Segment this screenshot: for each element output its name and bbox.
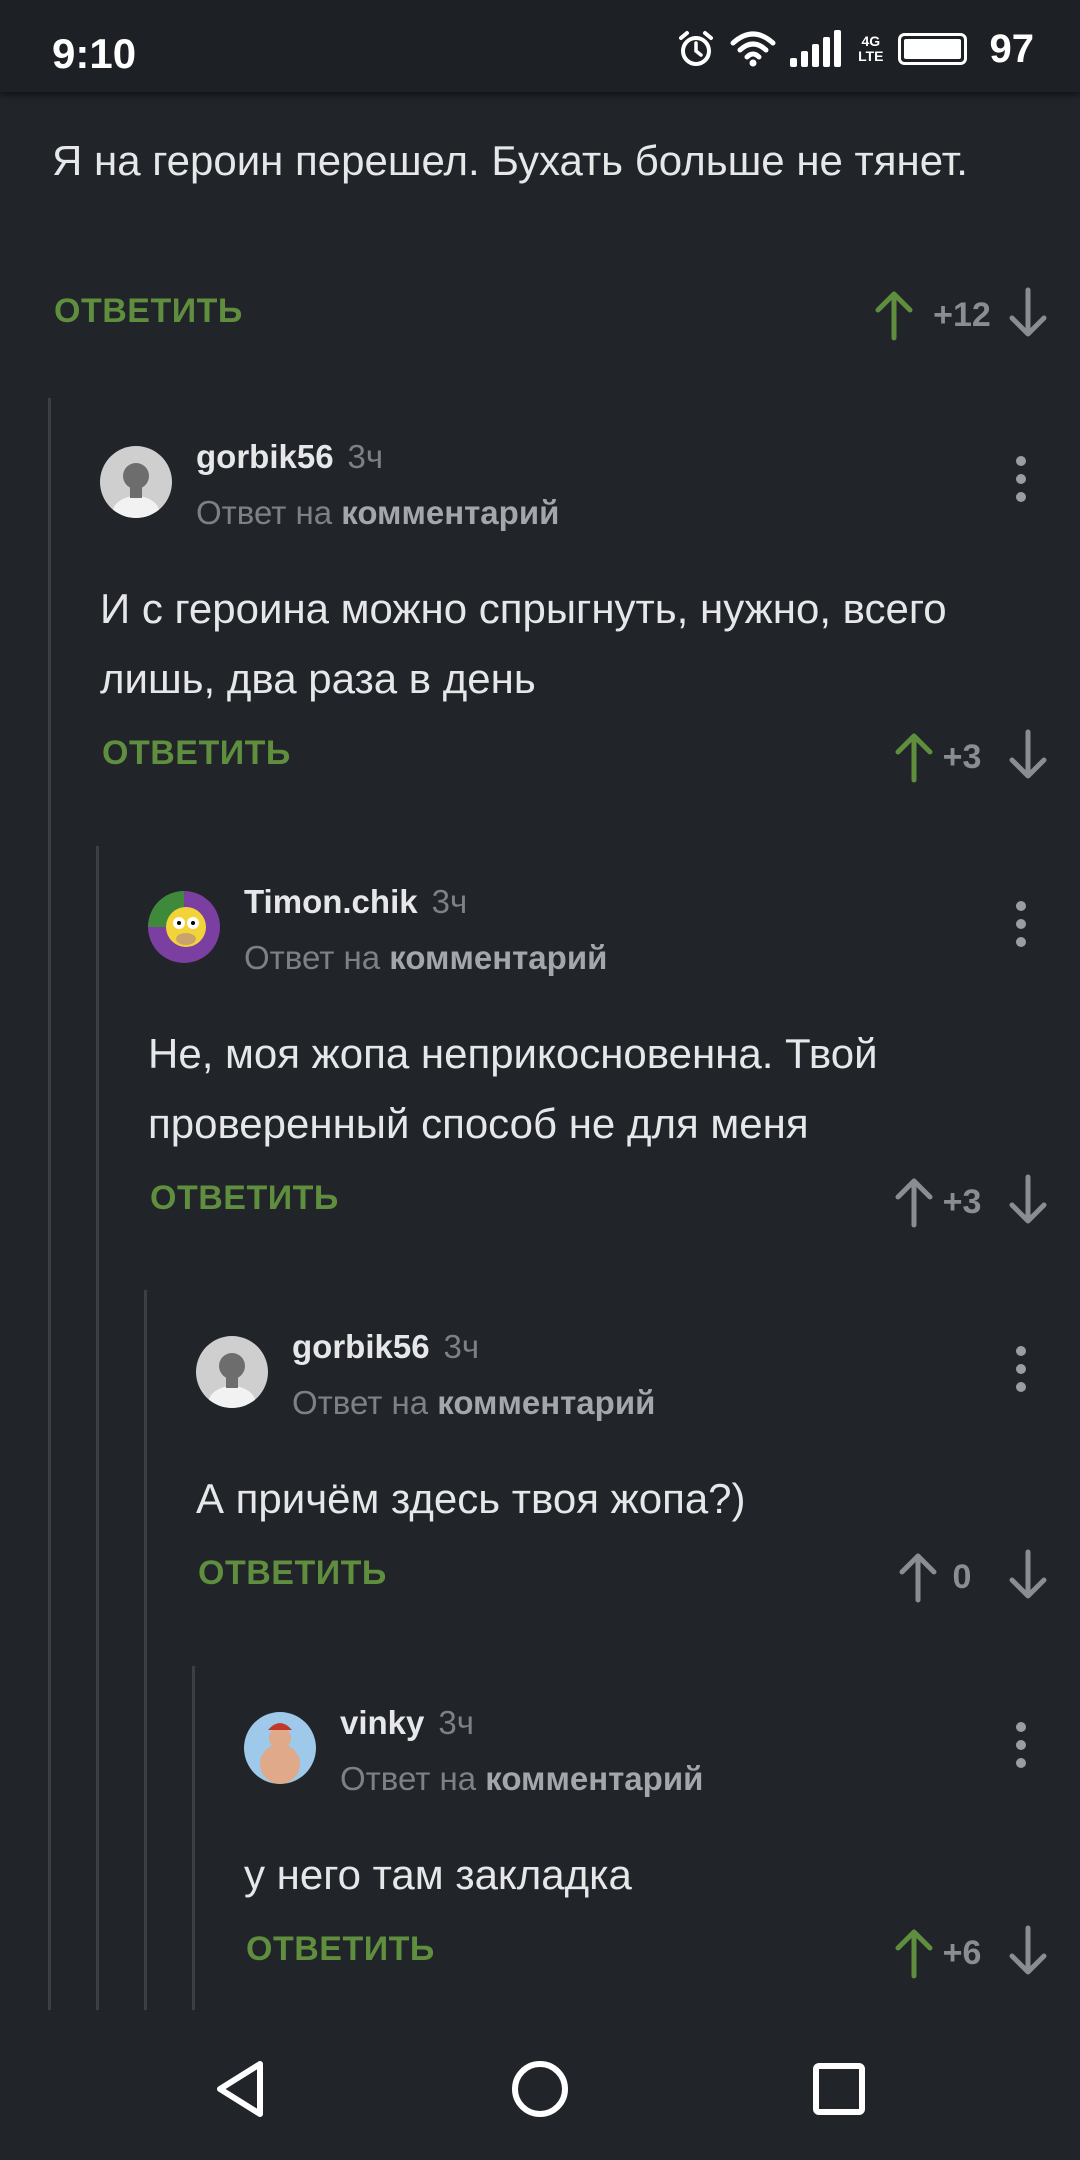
comment-actions: ОТВЕТИТЬ +3 (148, 1173, 1080, 1233)
thread-line-3 (144, 1290, 147, 2010)
signal-icon (790, 30, 842, 67)
username[interactable]: Timon.chik 3ч (244, 883, 467, 921)
avatar[interactable] (100, 446, 172, 518)
username-text[interactable]: vinky (340, 1704, 424, 1741)
downvote-icon[interactable] (1004, 728, 1052, 784)
comment-time: 3ч (438, 1704, 474, 1741)
reply-to: Ответ на комментарий (196, 494, 559, 532)
reply-to-link[interactable]: комментарий (389, 939, 607, 976)
reply-to-prefix: Ответ на (292, 1384, 429, 1421)
battery-icon (897, 33, 967, 65)
network-type: 4G LTE (858, 34, 883, 64)
username-text[interactable]: gorbik56 (292, 1328, 430, 1365)
comment-time: 3ч (431, 883, 468, 920)
back-icon[interactable] (206, 2054, 276, 2124)
comment-actions: ОТВЕТИТЬ +12 (52, 286, 1080, 346)
comment-actions: ОТВЕТИТЬ +3 (100, 728, 1080, 788)
thread-line-4 (192, 1666, 195, 2010)
more-options-icon[interactable] (1016, 901, 1026, 955)
comment-header: gorbik56 3ч Ответ на комментарий (196, 1328, 1080, 1426)
comment-header: Timon.chik 3ч Ответ на комментарий (148, 883, 1080, 981)
reply-to-link[interactable]: комментарий (437, 1384, 655, 1421)
comment-header: gorbik56 3ч Ответ на комментарий (100, 438, 1080, 536)
comment-header: vinky 3ч Ответ на комментарий (244, 1704, 1080, 1802)
comment-0: Я на героин перешел. Бухать больше не тя… (52, 126, 1080, 376)
home-icon[interactable] (505, 2054, 575, 2124)
downvote-icon[interactable] (1004, 286, 1052, 342)
vote-score: 0 (952, 1558, 972, 1596)
navigation-bar (0, 2016, 1080, 2160)
avatar[interactable] (148, 891, 220, 963)
username[interactable]: vinky 3ч (340, 1704, 474, 1742)
reply-button[interactable]: ОТВЕТИТЬ (102, 734, 291, 773)
status-time: 9:10 (52, 30, 137, 77)
vote-score: +3 (942, 738, 982, 776)
username[interactable]: gorbik56 3ч (196, 438, 383, 476)
reply-button[interactable]: ОТВЕТИТЬ (150, 1179, 339, 1218)
comment-text: И с героина можно спрыгнуть, нужно, всег… (100, 585, 947, 702)
reply-to-link[interactable]: комментарий (341, 494, 559, 531)
comment-4: vinky 3ч Ответ на комментарий у него там … (244, 1704, 1080, 2012)
reply-to-prefix: Ответ на (244, 939, 381, 976)
alarm-icon (679, 31, 714, 66)
reply-to: Ответ на комментарий (340, 1760, 703, 1798)
thread-line-2 (96, 846, 99, 2010)
thread-line-1 (48, 398, 51, 2010)
reply-to-prefix: Ответ на (340, 1760, 477, 1797)
reply-button[interactable]: ОТВЕТИТЬ (246, 1930, 435, 1969)
comment-text: Не, моя жопа неприкосновенна. Твой прове… (148, 1030, 878, 1147)
recents-icon[interactable] (804, 2054, 874, 2124)
network-4g-label: 4G (861, 33, 881, 49)
vote-score: +6 (942, 1934, 982, 1972)
comment-1: gorbik56 3ч Ответ на комментарий И с геро… (100, 438, 1080, 806)
comment-actions: ОТВЕТИТЬ +6 (244, 1924, 1080, 1984)
downvote-icon[interactable] (1004, 1173, 1052, 1229)
username-text[interactable]: Timon.chik (244, 883, 418, 920)
comment-actions: ОТВЕТИТЬ 0 (196, 1548, 1080, 1608)
comment-time: 3ч (443, 1328, 480, 1365)
more-options-icon[interactable] (1016, 456, 1026, 510)
comment-text: А причём здесь твоя жопа?) (196, 1475, 746, 1522)
wifi-icon (730, 31, 776, 67)
reply-to-prefix: Ответ на (196, 494, 333, 531)
comment-3: gorbik56 3ч Ответ на комментарий А причём… (196, 1328, 1080, 1636)
reply-to-link[interactable]: комментарий (485, 1760, 703, 1797)
comment-2: Timon.chik 3ч Ответ на комментарий Не, мо… (148, 883, 1080, 1251)
reply-to: Ответ на комментарий (292, 1384, 655, 1422)
avatar[interactable] (244, 1712, 316, 1784)
downvote-icon[interactable] (1004, 1548, 1052, 1604)
upvote-icon[interactable] (870, 286, 918, 342)
reply-button[interactable]: ОТВЕТИТЬ (198, 1554, 387, 1593)
more-options-icon[interactable] (1016, 1346, 1026, 1400)
comment-text: у него там закладка (244, 1851, 632, 1898)
reply-button[interactable]: ОТВЕТИТЬ (54, 292, 243, 331)
comment-time: 3ч (347, 438, 384, 475)
downvote-icon[interactable] (1004, 1924, 1052, 1980)
username[interactable]: gorbik56 3ч (292, 1328, 479, 1366)
more-options-icon[interactable] (1016, 1722, 1026, 1776)
network-lte-label: LTE (858, 48, 884, 64)
avatar[interactable] (196, 1336, 268, 1408)
vote-score: +3 (942, 1183, 982, 1221)
comment-text: Я на героин перешел. Бухать больше не тя… (52, 137, 968, 184)
status-icons: 4G LTE 97 (676, 24, 1034, 74)
reply-to: Ответ на комментарий (244, 939, 607, 977)
username-text[interactable]: gorbik56 (196, 438, 334, 475)
vote-score: +12 (933, 296, 991, 334)
battery-level: 97 (989, 26, 1035, 71)
status-bar: 9:10 4G LTE 97 (0, 0, 1080, 92)
